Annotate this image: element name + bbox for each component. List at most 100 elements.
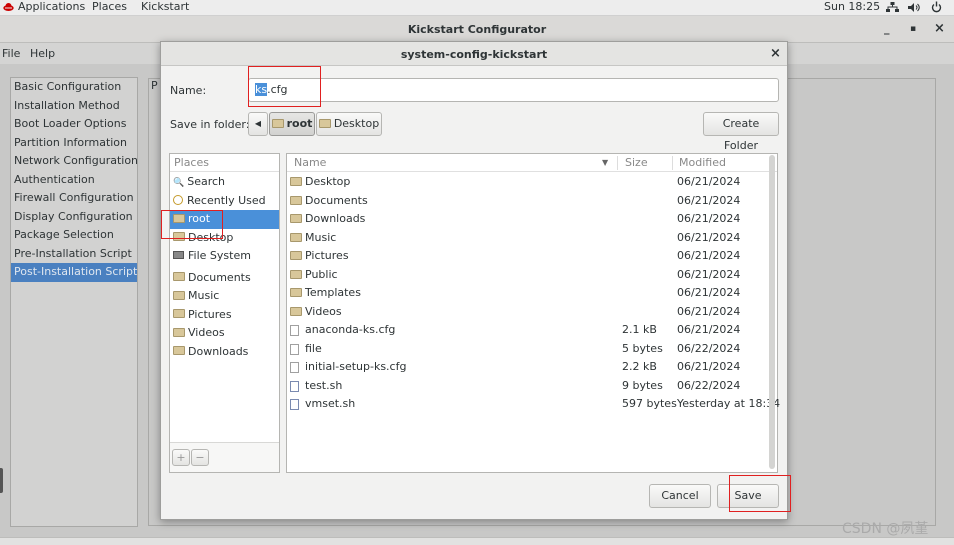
place-item-documents[interactable]: Documents [170, 269, 279, 288]
file-row[interactable]: Music 06/21/2024 [287, 229, 767, 248]
file-modified: 06/21/2024 [677, 286, 741, 299]
file-row[interactable]: file 5 bytes 06/22/2024 [287, 340, 767, 359]
window-title: Kickstart Configurator [407, 23, 547, 36]
search-icon: 🔍 [173, 178, 185, 188]
file-modified: 06/21/2024 [677, 360, 741, 373]
file-name: Videos [305, 304, 342, 318]
file-size: 597 bytes [622, 397, 677, 410]
place-label: Pictures [188, 307, 232, 321]
category-item[interactable]: Firewall Configuration [11, 189, 137, 208]
column-size[interactable]: Size [625, 154, 648, 171]
place-item-file-system[interactable]: File System [170, 247, 279, 266]
places-menu[interactable]: Places [92, 0, 127, 14]
file-name: vmset.sh [305, 397, 356, 410]
cancel-button[interactable]: Cancel [649, 484, 711, 508]
file-icon [290, 362, 299, 373]
file-row[interactable]: Desktop 06/21/2024 [287, 173, 767, 192]
category-item[interactable]: Package Selection [11, 226, 137, 245]
file-name: Downloads [305, 212, 366, 225]
remove-bookmark-button[interactable]: − [191, 449, 209, 466]
dialog-title: system-config-kickstart [400, 48, 548, 61]
category-item[interactable]: Basic Configuration [11, 78, 137, 97]
column-name[interactable]: Name [294, 154, 326, 171]
create-folder-button[interactable]: Create Folder [703, 112, 779, 152]
file-icon [290, 343, 299, 355]
maximize-button[interactable]: ▪ [910, 24, 916, 34]
file-row[interactable]: Downloads 06/21/2024 [287, 210, 767, 229]
category-list: Basic Configuration Installation Method Bo… [10, 77, 138, 527]
category-item[interactable]: Installation Method [11, 97, 137, 116]
place-item-pictures[interactable]: Pictures [170, 306, 279, 325]
file-size: 9 bytes [622, 378, 663, 392]
place-label: Search [187, 175, 226, 188]
place-item-music[interactable]: Music [170, 287, 279, 306]
folder-icon [271, 118, 284, 128]
folder-icon [173, 327, 185, 337]
top-panel: Applications Places Kickstart Sun 18:25 [0, 0, 954, 16]
path-button-desktop[interactable]: Desktop [316, 112, 382, 136]
place-label: Videos [188, 326, 225, 339]
category-item[interactable]: Network Configuration [11, 152, 138, 171]
kickstart-app-menu[interactable]: Kickstart [141, 0, 189, 14]
network-icon[interactable] [886, 2, 899, 17]
folder-icon [173, 290, 185, 300]
annotation-box-root [161, 210, 223, 239]
category-item[interactable]: Post-Installation Script [11, 263, 137, 282]
category-item[interactable]: Display Configuration [11, 208, 137, 227]
place-label: Recently Used [187, 193, 266, 207]
file-name: Templates [305, 286, 361, 299]
folder-icon [290, 306, 302, 316]
file-row[interactable]: initial-setup-ks.cfg 2.2 kB 06/21/2024 [287, 358, 767, 377]
file-row[interactable]: Documents 06/21/2024 [287, 192, 767, 211]
clock[interactable]: Sun 18:25 [824, 0, 880, 14]
file-icon [290, 325, 299, 336]
file-row[interactable]: anaconda-ks.cfg 2.1 kB 06/21/2024 [287, 321, 767, 340]
menu-file[interactable]: File [2, 47, 20, 60]
dialog-close-button[interactable]: × [770, 46, 781, 61]
file-name: file [305, 341, 322, 355]
file-row[interactable]: vmset.sh 597 bytes Yesterday at 18:34 [287, 395, 780, 414]
category-item[interactable]: Partition Information [11, 134, 137, 153]
script-file-icon [290, 380, 299, 392]
path-back-button[interactable]: ◀ [248, 112, 268, 136]
place-item-recently-used[interactable]: Recently Used [170, 192, 279, 211]
file-modified: 06/21/2024 [677, 230, 741, 244]
file-row[interactable]: Templates 06/21/2024 [287, 284, 767, 303]
name-field[interactable]: ks.cfg [248, 78, 779, 102]
power-icon[interactable] [931, 1, 942, 17]
file-row[interactable]: Videos 06/21/2024 [287, 303, 767, 322]
file-name: Pictures [305, 249, 349, 262]
place-item-search[interactable]: 🔍 Search [170, 173, 279, 192]
file-name: anaconda-ks.cfg [305, 323, 396, 336]
annotation-box-save [729, 475, 791, 512]
volume-icon[interactable] [908, 2, 920, 17]
place-label: Music [188, 289, 220, 302]
annotation-box-name [248, 66, 321, 107]
folder-icon [290, 177, 302, 186]
minimize-button[interactable]: _ [884, 22, 890, 35]
file-name: initial-setup-ks.cfg [305, 360, 407, 373]
place-item-downloads[interactable]: Downloads [170, 343, 279, 362]
path-button-root[interactable]: root [269, 112, 315, 136]
column-modified[interactable]: Modified [679, 154, 726, 171]
file-row[interactable]: Public 06/21/2024 [287, 266, 767, 285]
sort-descending-icon[interactable]: ▼ [602, 154, 608, 171]
category-item[interactable]: Boot Loader Options [11, 115, 137, 134]
place-label: File System [188, 249, 251, 262]
window-close-button[interactable]: × [934, 21, 945, 36]
add-bookmark-button[interactable]: + [172, 449, 190, 466]
watermark: CSDN @夙堇 [842, 521, 929, 537]
redhat-logo-icon[interactable] [3, 2, 14, 12]
file-size: 5 bytes [622, 341, 663, 355]
file-row[interactable]: test.sh 9 bytes 06/22/2024 [287, 377, 767, 396]
file-list-scrollbar[interactable] [769, 155, 775, 469]
applications-menu[interactable]: Applications [18, 0, 85, 14]
menu-help[interactable]: Help [30, 47, 55, 60]
place-item-videos[interactable]: Videos [170, 324, 279, 343]
file-row[interactable]: Pictures 06/21/2024 [287, 247, 767, 266]
file-modified: 06/21/2024 [677, 323, 741, 336]
category-item[interactable]: Authentication [11, 171, 137, 190]
path-root-label: root [286, 117, 313, 130]
category-item[interactable]: Pre-Installation Script [11, 245, 137, 264]
file-list-header: Name ▼ Size Modified [287, 154, 777, 172]
